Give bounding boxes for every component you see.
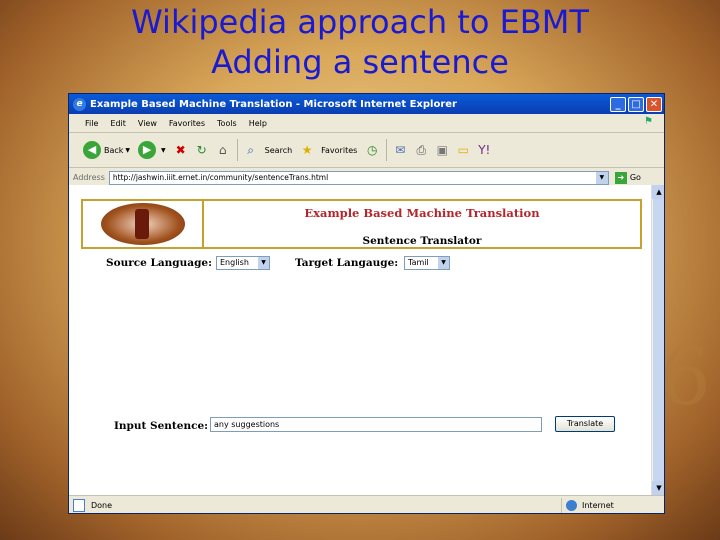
vertical-scrollbar[interactable]: ▲ ▼ <box>651 185 664 495</box>
forward-arrow-icon: ▶ <box>138 141 157 159</box>
slide-title-line2: Adding a sentence <box>211 43 509 81</box>
status-text: Done <box>91 501 113 510</box>
back-arrow-icon: ◀ <box>83 141 101 159</box>
scroll-down-icon[interactable]: ▼ <box>652 481 664 495</box>
history-icon[interactable]: ◷ <box>365 143 379 158</box>
browser-window: e Example Based Machine Translation - Mi… <box>68 93 665 514</box>
title-bar[interactable]: e Example Based Machine Translation - Mi… <box>69 94 664 114</box>
menu-favorites[interactable]: Favorites <box>169 119 205 128</box>
menu-edit[interactable]: Edit <box>110 119 126 128</box>
slide-title: Wikipedia approach to EBMT Adding a sent… <box>0 2 720 82</box>
window-title: Example Based Machine Translation - Micr… <box>90 98 457 110</box>
menu-bar: File Edit View Favorites Tools Help ⚑ <box>69 114 664 133</box>
folder-icon[interactable]: ▭ <box>456 143 470 158</box>
maximize-button[interactable]: □ <box>628 96 644 112</box>
address-label: Address <box>73 173 105 182</box>
ie-icon: e <box>73 97 86 111</box>
zone-text: Internet <box>582 501 614 510</box>
search-label: Search <box>264 145 293 155</box>
target-language-select[interactable]: Tamil ▼ <box>404 256 450 270</box>
print-icon[interactable]: ⎙ <box>414 143 428 158</box>
chevron-down-icon: ▼ <box>258 257 269 269</box>
back-label: Back <box>104 145 124 155</box>
address-input[interactable]: http://jashwin.iiit.ernet.in/community/s… <box>108 170 609 185</box>
header-title: Example Based Machine Translation <box>304 206 540 220</box>
scroll-up-icon[interactable]: ▲ <box>652 185 664 199</box>
forward-dropdown-icon[interactable]: ▼ <box>161 147 166 154</box>
target-language-value: Tamil <box>408 258 429 267</box>
logo-cell <box>83 201 204 247</box>
menu-file[interactable]: File <box>85 119 98 128</box>
refresh-icon[interactable]: ↻ <box>195 143 209 158</box>
header-text: Example Based Machine Translation Senten… <box>204 201 640 247</box>
page-header: Example Based Machine Translation Senten… <box>81 199 642 249</box>
back-dropdown-icon[interactable]: ▼ <box>125 147 130 154</box>
status-zone: Internet <box>561 497 664 513</box>
stop-icon[interactable]: ✖ <box>174 143 188 158</box>
forward-button[interactable]: ▶ ▼ <box>138 141 166 159</box>
decorative-digit: 6 <box>660 330 711 423</box>
source-language-value: English <box>220 258 249 267</box>
search-icon: ⌕ <box>247 142 255 157</box>
translate-button[interactable]: Translate <box>555 416 615 432</box>
search-button[interactable]: ⌕ Search <box>244 143 292 158</box>
minimize-button[interactable]: _ <box>610 96 626 112</box>
address-url: http://jashwin.iiit.ernet.in/community/s… <box>112 173 329 182</box>
favorites-label: Favorites <box>321 145 358 155</box>
menu-view[interactable]: View <box>138 119 157 128</box>
source-language-label: Source Language: <box>106 257 212 269</box>
menu-tools[interactable]: Tools <box>217 119 237 128</box>
institute-logo <box>100 203 185 245</box>
back-button[interactable]: ◀ Back ▼ <box>83 141 130 159</box>
input-sentence-label: Input Sentence: <box>114 420 209 432</box>
home-icon[interactable]: ⌂ <box>216 143 230 158</box>
mail-icon[interactable]: ✉ <box>393 143 407 158</box>
page-icon <box>73 499 85 512</box>
close-button[interactable]: ✕ <box>646 96 662 112</box>
source-language-select[interactable]: English ▼ <box>216 256 270 270</box>
go-label: Go <box>629 173 641 182</box>
star-icon: ★ <box>301 142 313 157</box>
status-bar: Done Internet <box>69 495 664 513</box>
edit-icon[interactable]: ▣ <box>435 143 449 158</box>
menu-help[interactable]: Help <box>249 119 267 128</box>
favorites-button[interactable]: ★ Favorites <box>300 142 358 158</box>
go-arrow-icon: ➔ <box>614 171 627 184</box>
scroll-thumb[interactable] <box>653 199 664 481</box>
toolbar-separator <box>386 139 388 161</box>
input-sentence-field[interactable]: any suggestions <box>210 417 542 432</box>
header-subtitle: Sentence Translator <box>362 235 482 247</box>
windows-flag-icon: ⚑ <box>644 116 653 127</box>
page-content: Example Based Machine Translation Senten… <box>69 185 651 495</box>
slide-title-line1: Wikipedia approach to EBMT <box>131 3 589 41</box>
status-left: Done <box>69 499 561 512</box>
globe-icon <box>566 500 577 511</box>
address-dropdown-icon[interactable]: ▼ <box>595 171 608 184</box>
target-language-label: Target Langauge: <box>295 257 399 269</box>
yahoo-icon[interactable]: Y! <box>477 143 491 158</box>
toolbar-separator <box>236 139 238 161</box>
go-button[interactable]: ➔ Go <box>614 171 641 184</box>
toolbar: ◀ Back ▼ ▶ ▼ ✖ ↻ ⌂ ⌕ Search ★ Favorites … <box>69 133 664 168</box>
chevron-down-icon: ▼ <box>438 257 449 269</box>
